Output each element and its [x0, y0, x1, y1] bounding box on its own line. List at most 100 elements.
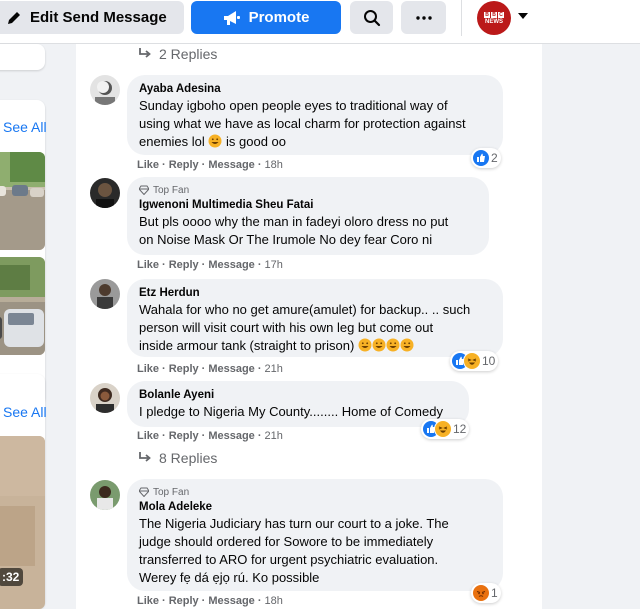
comment-text-line: But pls oooo why the man in fadeyi oloro…: [139, 214, 449, 229]
comment-timestamp[interactable]: 18h: [264, 159, 282, 171]
commenter-name[interactable]: Mola Adeleke: [139, 500, 491, 515]
message-link[interactable]: Message: [208, 159, 254, 171]
reply-link[interactable]: Reply: [169, 259, 199, 271]
comment-text-line: I pledge to Nigeria My County........ Ho…: [139, 404, 443, 419]
left-column: See All See All: [0, 44, 60, 609]
grinning-emoji-icon: [400, 338, 414, 352]
edit-send-message-label: Edit Send Message: [30, 9, 167, 26]
ellipsis-icon: [415, 15, 432, 20]
replies-count-label: 2 Replies: [159, 46, 218, 62]
photo-thumbnail[interactable]: [0, 152, 45, 250]
more-options-button[interactable]: [401, 1, 446, 34]
comment-bubble: Bolanle Ayeni I pledge to Nigeria My Cou…: [127, 381, 469, 427]
comment-text-line: judge should ordered for Sowore to be im…: [139, 534, 434, 549]
haha-reaction-icon: [464, 353, 480, 369]
message-link[interactable]: Message: [208, 259, 254, 271]
reactions-count[interactable]: 12: [421, 419, 470, 439]
comment-timestamp[interactable]: 21h: [264, 363, 282, 375]
street-photo: [0, 257, 45, 355]
reply-arrow-icon: [139, 452, 151, 462]
commenter-avatar[interactable]: [90, 480, 120, 510]
reaction-count-label: 12: [453, 422, 467, 436]
left-card-photos: [0, 100, 45, 405]
commenter-avatar[interactable]: [90, 279, 120, 309]
diamond-icon: [139, 185, 149, 195]
commenter-avatar[interactable]: [90, 75, 120, 105]
comment-text-line: on Noise Mask Or The Irumole No dey fear…: [139, 232, 433, 247]
like-reaction-icon: [473, 150, 489, 166]
bbc-news-word: NEWS: [485, 18, 503, 25]
reactions-count[interactable]: 1: [471, 583, 501, 603]
top-fan-badge: Top Fan: [139, 486, 491, 498]
like-link[interactable]: Like: [137, 159, 159, 171]
like-link[interactable]: Like: [137, 259, 159, 271]
comment-text-line: inside armour tank (straight to prison): [139, 337, 491, 355]
edit-send-message-button[interactable]: Edit Send Message: [0, 1, 184, 34]
view-replies-link[interactable]: 8 Replies: [138, 450, 217, 466]
comment-text-line: transferred to ARO for urgent psychiatri…: [139, 552, 439, 567]
street-photo: [0, 152, 45, 250]
comment-text-line: enemies lol is good oo: [139, 134, 287, 149]
comment-actions: Like · Reply · Message · 18h: [137, 159, 283, 171]
caret-down-icon[interactable]: [517, 11, 529, 21]
comment-timestamp[interactable]: 17h: [264, 259, 282, 271]
diamond-icon: [139, 487, 149, 497]
grinning-emoji-icon: [358, 338, 372, 352]
comment-actions: Like · Reply · Message · 18h: [137, 595, 283, 607]
message-link[interactable]: Message: [208, 430, 254, 442]
commenter-avatar[interactable]: [90, 383, 120, 413]
haha-reaction-icon: [435, 421, 451, 437]
comment-timestamp[interactable]: 21h: [264, 430, 282, 442]
like-link[interactable]: Like: [137, 363, 159, 375]
reply-link[interactable]: Reply: [169, 595, 199, 607]
left-card-top: [0, 44, 45, 70]
search-button[interactable]: [350, 1, 393, 34]
toolbar-divider: [461, 0, 462, 36]
comment-text-line: person will visit court with his own leg…: [139, 320, 434, 335]
photo-thumbnail[interactable]: [0, 257, 45, 355]
reply-link[interactable]: Reply: [169, 159, 199, 171]
comment-text-line: The Nigeria Judiciary has turn our court…: [139, 516, 449, 531]
replies-count-label: 8 Replies: [159, 450, 218, 466]
commenter-name[interactable]: Igwenoni Multimedia Sheu Fatai: [139, 198, 477, 213]
reply-link[interactable]: Reply: [169, 363, 199, 375]
comment-text-line: Sunday igboho open people eyes to tradit…: [139, 98, 448, 113]
grinning-emoji-icon: [372, 338, 386, 352]
search-icon: [363, 9, 380, 26]
grinning-emoji-icon: [386, 338, 400, 352]
message-link[interactable]: Message: [208, 363, 254, 375]
comment-actions: Like · Reply · Message · 21h: [137, 363, 283, 375]
page-avatar[interactable]: B B C NEWS: [477, 1, 511, 35]
megaphone-icon: [223, 10, 240, 25]
promote-label: Promote: [248, 9, 310, 26]
view-replies-link[interactable]: 2 Replies: [138, 46, 217, 62]
reactions-count[interactable]: 10: [450, 351, 499, 371]
angry-reaction-icon: [473, 585, 489, 601]
commenter-name[interactable]: Etz Herdun: [139, 286, 491, 301]
comment-bubble: Top Fan Mola Adeleke The Nigeria Judicia…: [127, 479, 503, 591]
bbc-logo-blocks: B B C: [484, 11, 504, 18]
message-link[interactable]: Message: [208, 595, 254, 607]
comment-actions: Like · Reply · Message · 21h: [137, 430, 283, 442]
commenter-name[interactable]: Bolanle Ayeni: [139, 388, 457, 403]
reactions-count[interactable]: 2: [471, 148, 501, 168]
comment-bubble: Ayaba Adesina Sunday igboho open people …: [127, 75, 503, 155]
grinning-emoji-icon: [208, 134, 222, 148]
see-all-link[interactable]: See All: [3, 404, 47, 420]
commenter-avatar[interactable]: [90, 178, 120, 208]
comment-timestamp[interactable]: 18h: [264, 595, 282, 607]
reply-link[interactable]: Reply: [169, 430, 199, 442]
reaction-count-label: 1: [491, 586, 498, 600]
comment-text-line: Wahala for who no get amure(amulet) for …: [139, 302, 471, 317]
comment-text-line: using what we have as local charm for pr…: [139, 116, 466, 131]
like-link[interactable]: Like: [137, 430, 159, 442]
like-link[interactable]: Like: [137, 595, 159, 607]
commenter-name[interactable]: Ayaba Adesina: [139, 82, 491, 97]
see-all-link[interactable]: See All: [3, 119, 47, 135]
video-duration: :32: [0, 568, 24, 586]
promote-button[interactable]: Promote: [191, 1, 341, 34]
reaction-count-label: 2: [491, 151, 498, 165]
facebook-page: Edit Send Message Promote B B C NEWS See…: [0, 0, 640, 609]
comment-bubble: Top Fan Igwenoni Multimedia Sheu Fatai B…: [127, 177, 489, 255]
top-fan-badge: Top Fan: [139, 184, 477, 196]
